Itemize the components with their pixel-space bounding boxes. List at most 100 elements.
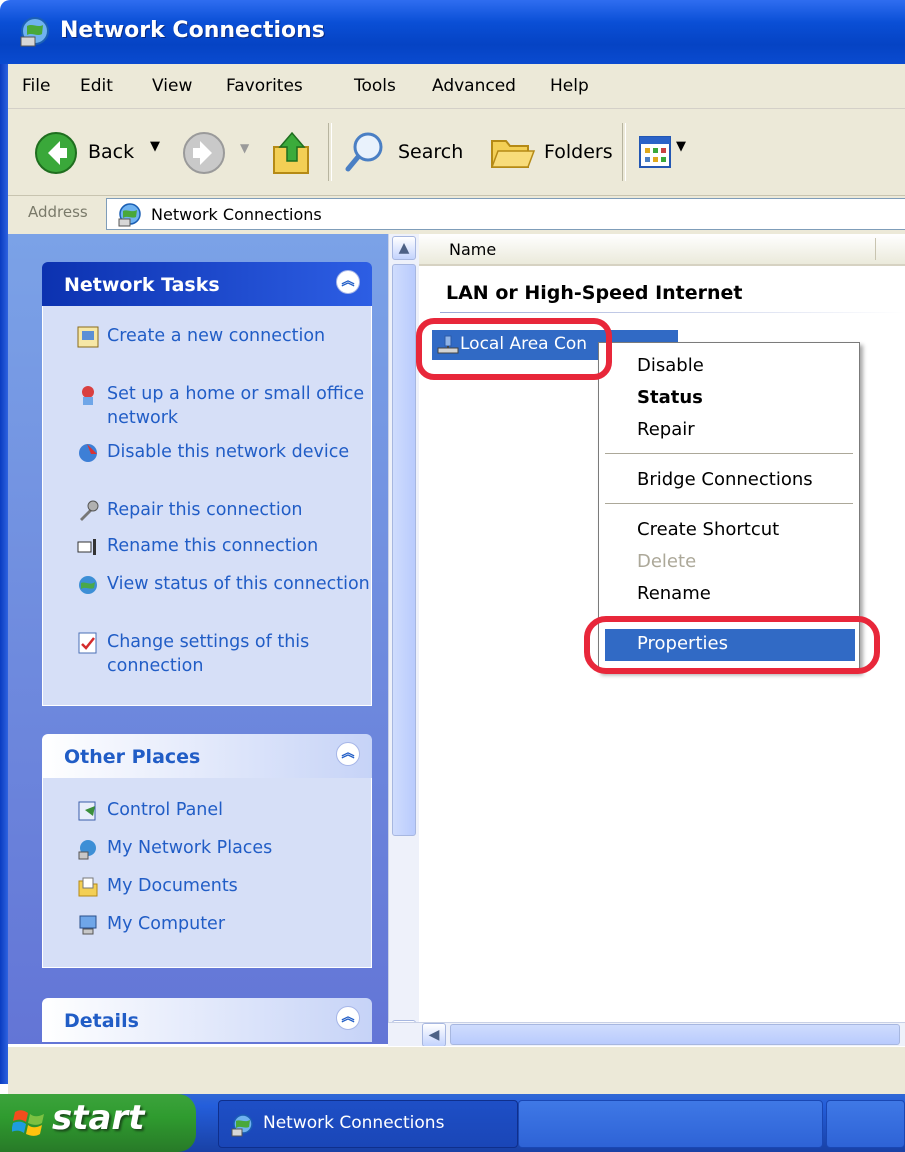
scroll-thumb[interactable] [392, 264, 416, 836]
address-value: Network Connections [151, 205, 322, 224]
window-frame-left [0, 64, 8, 1084]
back-button-label[interactable]: Back [88, 141, 134, 163]
toolbar-separator [328, 123, 332, 181]
back-dropdown-icon[interactable]: ▼ [150, 139, 160, 154]
network-places-icon [78, 840, 96, 860]
address-bar: Address Network Connections [8, 196, 905, 234]
views-icon[interactable] [638, 135, 672, 169]
task-view-status[interactable]: View status of this connection [79, 572, 399, 596]
place-label: Control Panel [107, 800, 224, 820]
task-pane: Network Tasks ︽ Create a new connection … [8, 234, 388, 1044]
address-label: Address [28, 203, 88, 221]
other-places-header[interactable]: Other Places ︽ [42, 734, 372, 778]
task-change-settings[interactable]: Change settings of this connection [78, 630, 399, 678]
ctx-repair[interactable]: Repair [637, 419, 695, 440]
views-dropdown-icon[interactable]: ▼ [676, 139, 686, 154]
ctx-delete: Delete [637, 551, 697, 572]
up-folder-icon[interactable] [270, 129, 314, 177]
task-pane-scrollbar[interactable]: ▲ ▼ [388, 234, 419, 1044]
network-tasks-panel: Create a new connection Set up a home or… [42, 306, 372, 706]
start-button[interactable]: start [0, 1094, 196, 1152]
search-button-label[interactable]: Search [398, 141, 463, 163]
task-label: Set up a home or small office network [107, 384, 365, 428]
taskbar-button[interactable] [826, 1100, 905, 1148]
network-connections-icon [118, 203, 141, 227]
other-places-heading: Other Places [64, 746, 201, 768]
place-my-documents[interactable]: My Documents [78, 874, 399, 898]
details-heading: Details [64, 1010, 139, 1032]
search-icon[interactable] [344, 129, 388, 173]
ctx-status[interactable]: Status [637, 387, 703, 408]
place-my-computer[interactable]: My Computer [79, 912, 399, 936]
other-places-panel: Control Panel My Network Places My Docum… [42, 778, 372, 968]
repair-icon [80, 500, 99, 521]
menu-bar: File Edit View Favorites Tools Advanced … [8, 64, 905, 109]
ctx-create-shortcut[interactable]: Create Shortcut [637, 519, 779, 540]
group-heading: LAN or High-Speed Internet [446, 282, 743, 304]
folders-icon[interactable] [488, 133, 538, 173]
taskbar-button[interactable] [518, 1100, 823, 1148]
task-label: Rename this connection [107, 536, 319, 556]
ctx-bridge-connections[interactable]: Bridge Connections [637, 469, 813, 490]
window-title: Network Connections [60, 18, 325, 43]
highlight-ring-connection [416, 318, 612, 380]
task-label: Disable this network device [107, 442, 350, 462]
menu-file[interactable]: File [22, 76, 50, 96]
taskbar-network-connections[interactable]: Network Connections [218, 1100, 518, 1148]
network-tasks-header[interactable]: Network Tasks ︽ [42, 262, 372, 306]
menu-advanced[interactable]: Advanced [432, 76, 516, 96]
menu-separator [605, 453, 853, 454]
task-rename-connection[interactable]: Rename this connection [77, 534, 399, 558]
disable-device-icon [79, 444, 97, 462]
collapse-icon[interactable]: ︽ [336, 742, 360, 766]
ctx-rename[interactable]: Rename [637, 583, 711, 604]
ctx-disable[interactable]: Disable [637, 355, 704, 376]
task-create-connection[interactable]: Create a new connection [77, 324, 399, 348]
collapse-icon[interactable]: ︽ [336, 1006, 360, 1030]
title-bar[interactable]: Network Connections [0, 0, 905, 64]
home-network-icon [82, 386, 94, 405]
menu-edit[interactable]: Edit [80, 76, 113, 96]
toolbar-separator [622, 123, 626, 181]
column-name-header[interactable]: Name [449, 240, 496, 259]
task-disable-device[interactable]: Disable this network device [79, 440, 399, 464]
documents-icon [78, 877, 98, 897]
place-control-panel[interactable]: Control Panel [78, 798, 399, 822]
menu-help[interactable]: Help [550, 76, 589, 96]
place-label: My Documents [107, 876, 238, 896]
column-divider[interactable] [875, 238, 876, 260]
control-panel-icon [78, 801, 96, 821]
network-connections-icon [20, 17, 49, 47]
toolbar: Back ▼ ▼ Search Folders ▼ [8, 109, 905, 196]
windows-logo-icon [12, 1110, 44, 1136]
collapse-icon[interactable]: ︽ [336, 270, 360, 294]
settings-icon [78, 632, 97, 654]
forward-arrow-icon[interactable] [182, 131, 226, 175]
scroll-up-icon[interactable]: ▲ [392, 236, 416, 260]
details-header[interactable]: Details ︽ [42, 998, 372, 1042]
place-network-places[interactable]: My Network Places [78, 836, 399, 860]
address-field[interactable]: Network Connections [106, 198, 905, 230]
start-label: start [52, 1098, 145, 1138]
status-bar [8, 1046, 905, 1095]
folders-button-label[interactable]: Folders [544, 141, 613, 163]
menu-view[interactable]: View [152, 76, 192, 96]
taskbar-button-label: Network Connections [263, 1113, 445, 1133]
place-label: My Computer [107, 914, 226, 934]
task-repair-connection[interactable]: Repair this connection [80, 498, 399, 522]
scroll-thumb[interactable] [450, 1024, 900, 1045]
task-home-network[interactable]: Set up a home or small office network [82, 382, 399, 430]
computer-icon [79, 915, 97, 935]
task-label: Repair this connection [107, 500, 303, 520]
menu-tools[interactable]: Tools [354, 76, 396, 96]
back-arrow-icon[interactable] [34, 131, 78, 175]
scroll-left-icon[interactable]: ◀ [422, 1023, 446, 1047]
column-header: Name [419, 234, 905, 266]
horizontal-scrollbar[interactable]: ◀ [388, 1022, 905, 1047]
new-connection-icon [77, 326, 99, 348]
status-icon [79, 576, 97, 594]
network-tasks-heading: Network Tasks [64, 274, 220, 296]
highlight-ring-properties [584, 616, 880, 674]
menu-favorites[interactable]: Favorites [226, 76, 303, 96]
place-label: My Network Places [107, 838, 273, 858]
